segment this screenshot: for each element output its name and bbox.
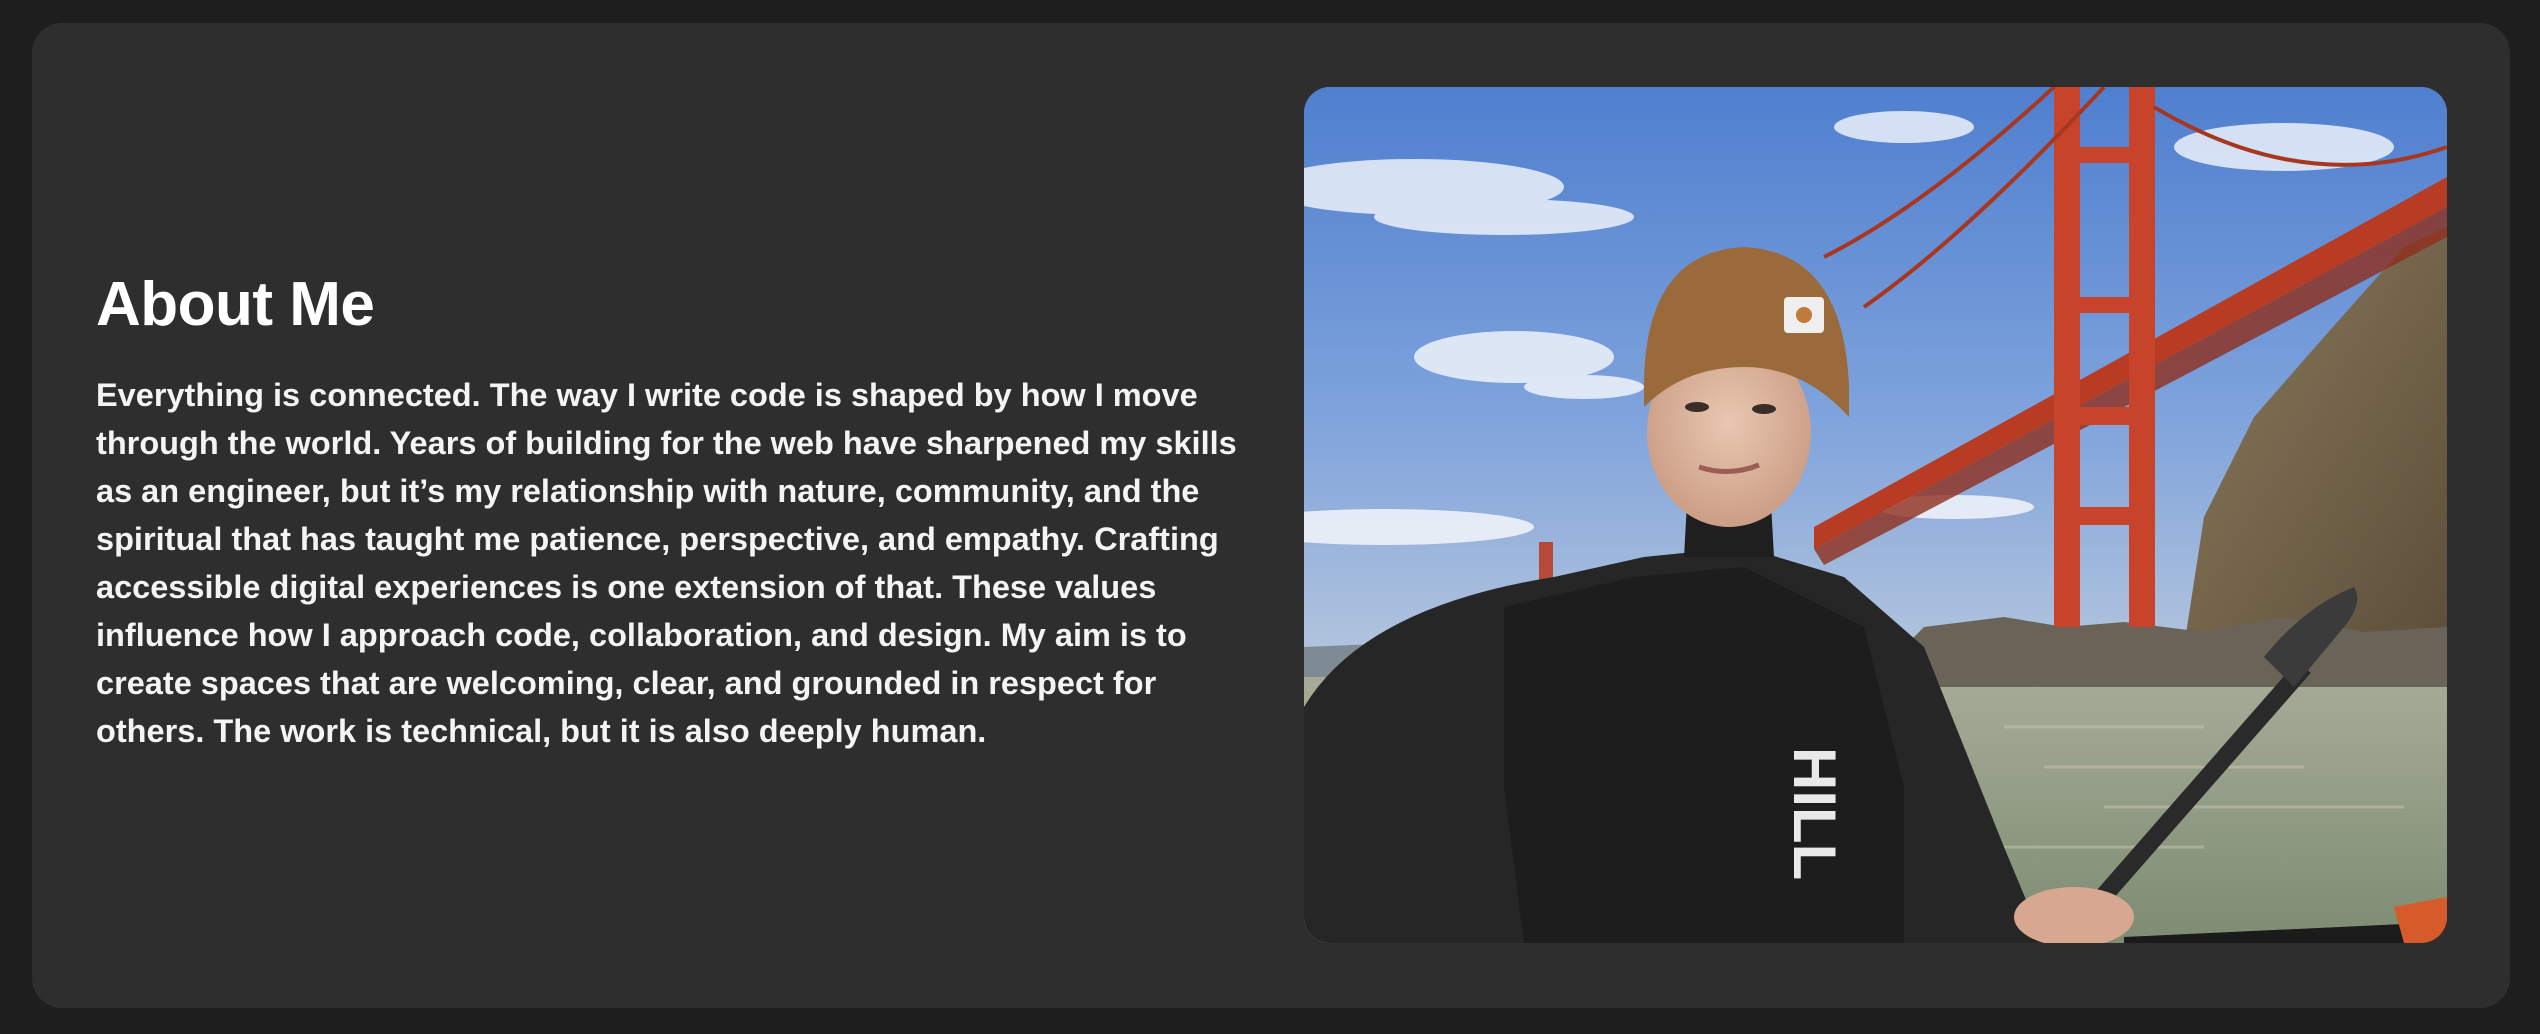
profile-photo: HILL xyxy=(1304,87,2447,943)
about-title: About Me xyxy=(96,270,375,339)
wetsuit-text: HILL xyxy=(1781,747,1848,880)
about-text-column: About Me Everything is connected. The wa… xyxy=(96,270,1246,755)
about-card: About Me Everything is connected. The wa… xyxy=(32,23,2510,1008)
about-body: Everything is connected. The way I write… xyxy=(96,377,1237,750)
